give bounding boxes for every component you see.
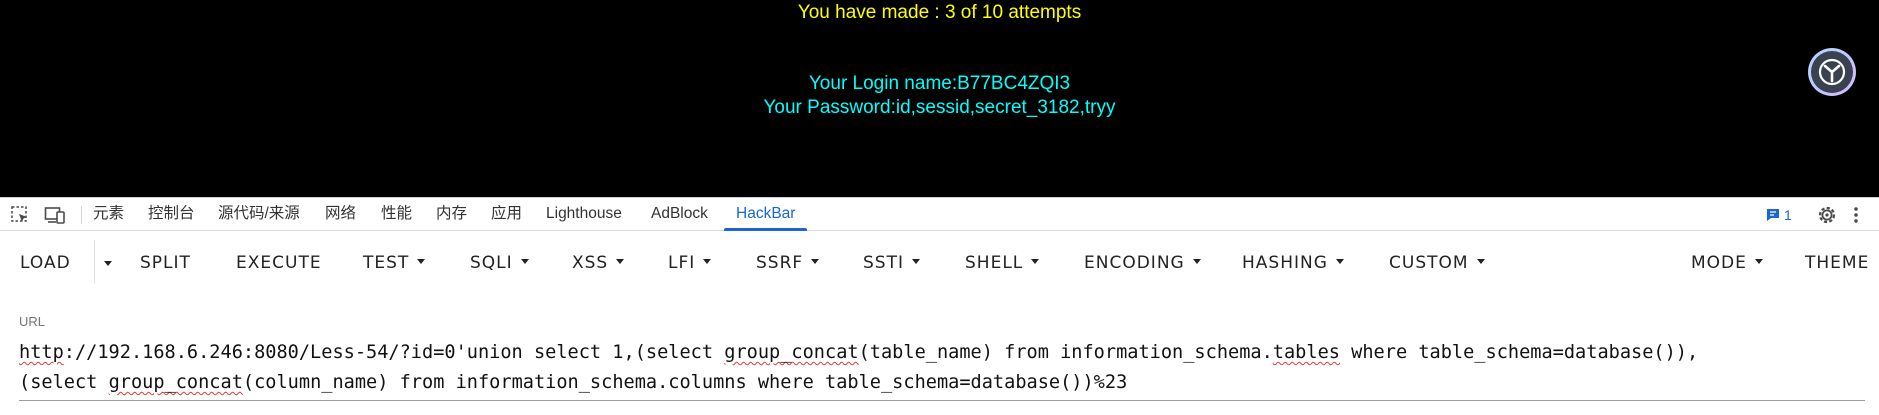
issues-counter[interactable]: 1 bbox=[1765, 205, 1792, 225]
caret-down-icon bbox=[1754, 258, 1763, 264]
floating-assistant-button[interactable] bbox=[1808, 48, 1856, 96]
settings-gear-icon[interactable] bbox=[1816, 204, 1838, 231]
caret-down-icon bbox=[1192, 258, 1201, 264]
tab-lighthouse[interactable]: Lighthouse bbox=[546, 198, 622, 231]
encoding-menu-button[interactable]: ENCODING bbox=[1084, 250, 1201, 276]
load-dropdown-caret[interactable] bbox=[101, 250, 115, 276]
page-content: You have made : 3 of 10 attempts Your Lo… bbox=[0, 0, 1879, 197]
caret-down-icon bbox=[811, 258, 820, 264]
load-split-divider bbox=[94, 240, 95, 284]
caret-down-icon bbox=[1476, 258, 1485, 264]
url-line-2: (select group_concat(column_name) from i… bbox=[19, 372, 1128, 393]
tab-adblock[interactable]: AdBlock bbox=[651, 198, 708, 231]
tab-hackbar[interactable]: HackBar bbox=[723, 198, 808, 231]
caret-down-icon bbox=[417, 258, 426, 264]
hackbar-toolbar: LOAD SPLIT EXECUTE TEST SQLI XSS LFI SSR… bbox=[0, 232, 1879, 292]
sqli-menu-button[interactable]: SQLI bbox=[470, 250, 529, 276]
url-label: URL bbox=[19, 314, 46, 329]
message-icon bbox=[1767, 209, 1779, 221]
inspect-element-icon[interactable] bbox=[9, 204, 31, 226]
issues-count: 1 bbox=[1784, 207, 1792, 223]
caret-down-icon bbox=[104, 260, 112, 266]
mode-menu-button[interactable]: MODE bbox=[1691, 250, 1763, 276]
shell-menu-button[interactable]: SHELL bbox=[965, 250, 1040, 276]
caret-down-icon bbox=[911, 258, 920, 264]
caret-down-icon bbox=[520, 258, 529, 264]
url-line-1: http://192.168.6.246:8080/Less-54/?id=0'… bbox=[19, 342, 1699, 363]
tab-elements[interactable]: 元素 bbox=[93, 198, 124, 231]
ssti-menu-button[interactable]: SSTI bbox=[863, 250, 920, 276]
tab-application[interactable]: 应用 bbox=[491, 198, 522, 231]
caret-down-icon bbox=[1335, 258, 1344, 264]
device-toolbar-icon[interactable] bbox=[44, 204, 66, 226]
toolbar-divider bbox=[81, 206, 82, 224]
tab-performance[interactable]: 性能 bbox=[381, 198, 412, 231]
tab-network[interactable]: 网络 bbox=[325, 198, 356, 231]
tab-console[interactable]: 控制台 bbox=[148, 198, 195, 231]
ssrf-menu-button[interactable]: SSRF bbox=[756, 250, 820, 276]
more-options-icon[interactable] bbox=[1852, 204, 1860, 231]
tab-memory[interactable]: 内存 bbox=[436, 198, 467, 231]
caret-down-icon bbox=[703, 258, 712, 264]
login-name-text: Your Login name:B77BC4ZQI3 bbox=[808, 73, 1071, 94]
attempts-message: You have made : 3 of 10 attempts bbox=[797, 2, 1082, 23]
hashing-menu-button[interactable]: HASHING bbox=[1242, 250, 1344, 276]
assistant-logo-icon bbox=[1818, 58, 1846, 86]
load-button[interactable]: LOAD bbox=[20, 250, 71, 276]
password-text: Your Password:id,sessid,secret_3182,tryy bbox=[763, 97, 1116, 118]
theme-menu-button[interactable]: THEME bbox=[1805, 250, 1869, 276]
execute-button[interactable]: EXECUTE bbox=[236, 250, 322, 276]
custom-menu-button[interactable]: CUSTOM bbox=[1389, 250, 1485, 276]
tab-sources[interactable]: 源代码/来源 bbox=[218, 198, 300, 231]
caret-down-icon bbox=[1031, 258, 1040, 264]
caret-down-icon bbox=[616, 258, 625, 264]
split-button[interactable]: SPLIT bbox=[140, 250, 191, 276]
xss-menu-button[interactable]: XSS bbox=[572, 250, 625, 276]
url-field-underline bbox=[19, 400, 1865, 401]
test-menu-button[interactable]: TEST bbox=[363, 250, 426, 276]
lfi-menu-button[interactable]: LFI bbox=[668, 250, 712, 276]
url-textarea[interactable]: http://192.168.6.246:8080/Less-54/?id=0'… bbox=[19, 338, 1865, 401]
devtools-tab-bar: 元素 控制台 源代码/来源 网络 性能 内存 应用 Lighthouse AdB… bbox=[0, 197, 1879, 231]
